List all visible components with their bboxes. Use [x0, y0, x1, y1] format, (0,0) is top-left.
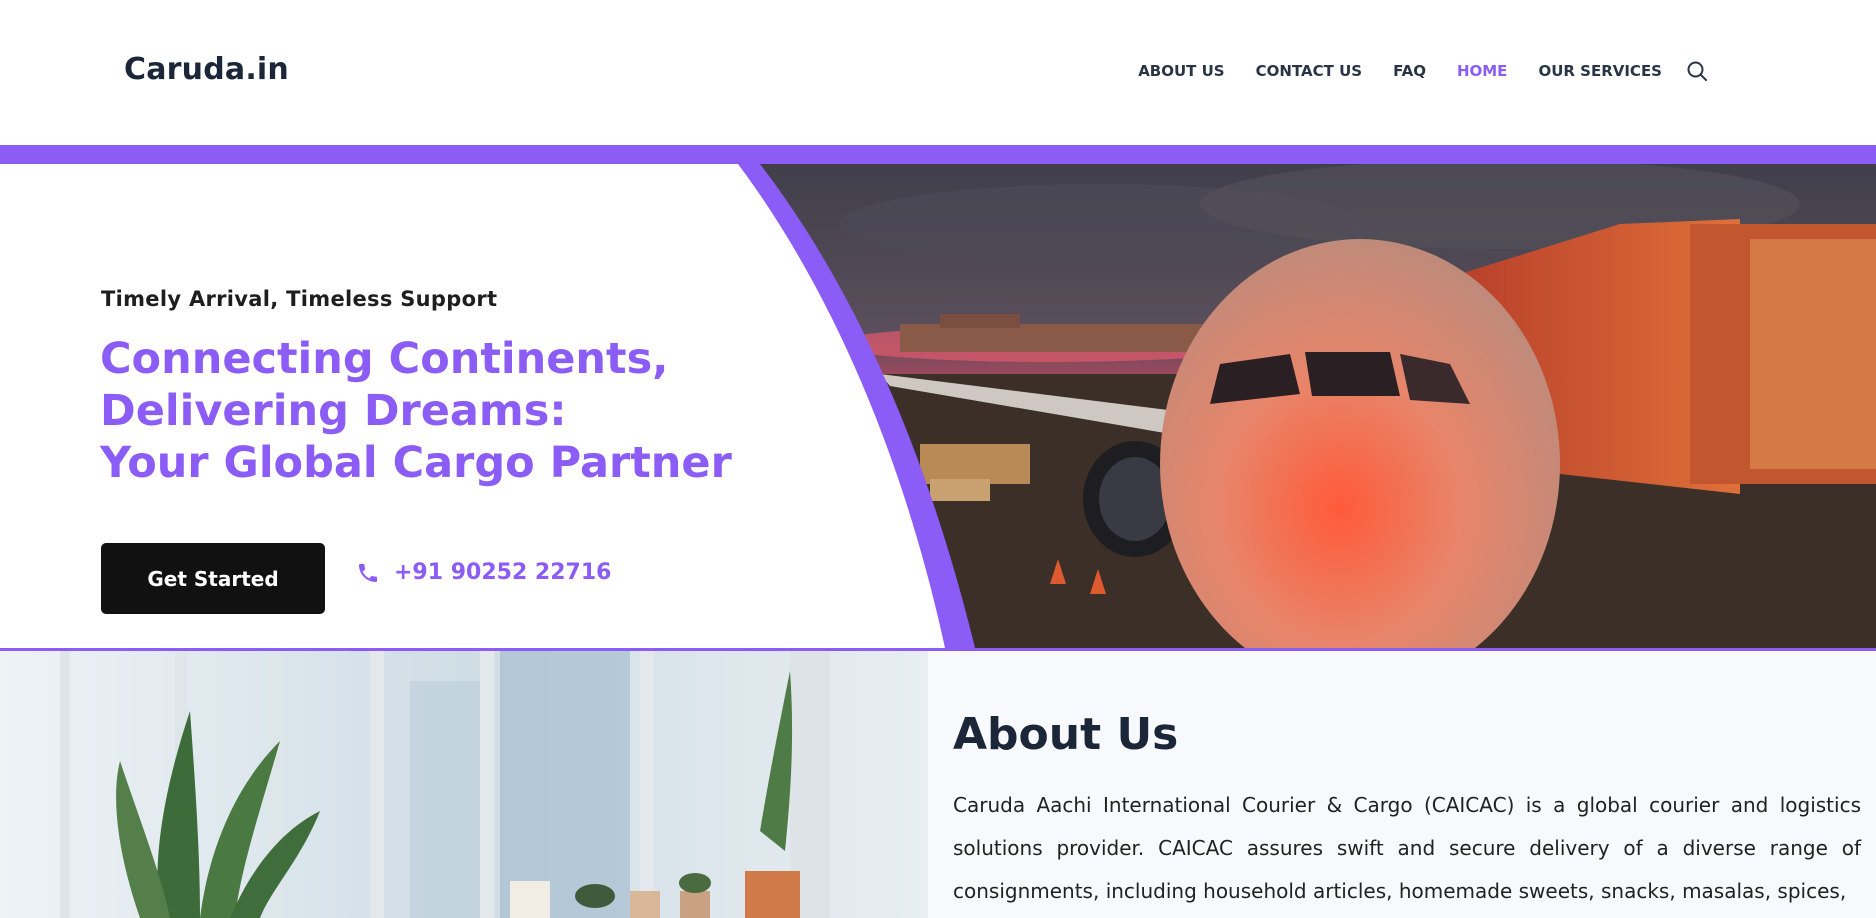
hero-headline: Connecting Continents, Delivering Dreams…	[100, 333, 732, 489]
nav-our-services[interactable]: OUR SERVICES	[1538, 62, 1662, 80]
nav-about-us[interactable]: ABOUT US	[1138, 62, 1224, 80]
site-header: Caruda.in ABOUT US CONTACT US FAQ HOME O…	[0, 0, 1876, 145]
about-title: About Us	[953, 709, 1179, 760]
nav-home[interactable]: HOME	[1457, 62, 1507, 80]
office-plants-photo	[0, 651, 928, 918]
phone-icon	[356, 561, 380, 585]
header-accent-band	[0, 145, 1876, 164]
nav-contact-us[interactable]: CONTACT US	[1256, 62, 1362, 80]
headline-line: Delivering Dreams:	[100, 386, 567, 436]
site-logo[interactable]: Caruda.in	[124, 52, 289, 87]
headline-line: Connecting Continents,	[100, 334, 669, 384]
phone-number: +91 90252 22716	[394, 560, 612, 585]
about-text: Caruda Aachi International Courier & Car…	[953, 793, 1861, 903]
main-nav: ABOUT US CONTACT US FAQ HOME OUR SERVICE…	[1107, 60, 1708, 82]
search-icon[interactable]	[1686, 60, 1708, 82]
headline-line: Your Global Cargo Partner	[100, 438, 732, 488]
get-started-button[interactable]: Get Started	[101, 543, 325, 614]
nav-faq[interactable]: FAQ	[1393, 62, 1426, 80]
phone-link[interactable]: +91 90252 22716	[356, 560, 611, 585]
hero-tagline: Timely Arrival, Timeless Support	[101, 287, 498, 311]
